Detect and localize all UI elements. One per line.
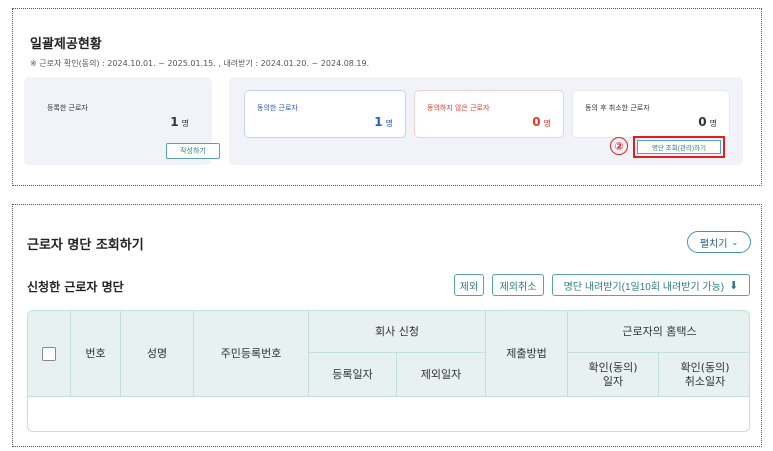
roster-title: 근로자 명단 조회하기 [27, 238, 144, 253]
summary-title: 일괄제공현황 [30, 37, 102, 52]
header-no: 번호 [71, 311, 121, 397]
period-notice: ※ 근로자 확인(동의) : 2024.10.01. ~ 2025.01.15.… [30, 59, 370, 68]
agreed-card: 동의한 근로자 1명 [244, 90, 406, 138]
table-body [28, 397, 749, 431]
roster-table: 번호 성명 주민등록번호 회사 신청 등록일자 제외일자 제출방법 근로자의 홈… [27, 310, 750, 432]
registered-card: 등록한 근로자 1명 [34, 90, 202, 138]
not-agreed-card: 동의하지 않은 근로자 0명 [414, 90, 564, 138]
registered-count: 1명 [170, 115, 189, 129]
expand-label: 펼치기 [699, 238, 728, 250]
exclude-cancel-button[interactable]: 제외취소 [492, 274, 544, 296]
cancelled-card: 동의 후 취소한 근로자 0명 [572, 90, 730, 138]
agreed-count: 1명 [374, 115, 393, 129]
write-button[interactable]: 작성하기 [166, 143, 220, 159]
agreed-label: 동의한 근로자 [257, 104, 298, 112]
select-all-checkbox[interactable] [42, 346, 56, 361]
view-roster-button[interactable]: 명단 조회(관리)하기 [637, 140, 721, 154]
not-agreed-count: 0명 [532, 115, 551, 129]
download-icon: ⬇ [729, 279, 739, 292]
download-label: 명단 내려받기(1일10회 내려받기 가능) [563, 281, 725, 293]
not-agreed-label: 동의하지 않은 근로자 [427, 104, 490, 112]
header-reg-date: 등록일자 [309, 353, 397, 397]
cancelled-count: 0명 [698, 115, 717, 129]
header-hometax-group: 근로자의 홈택스 [568, 311, 749, 353]
download-button[interactable]: 명단 내려받기(1일10회 내려받기 가능) ⬇ [552, 274, 750, 296]
header-excl-date: 제외일자 [397, 353, 486, 397]
header-name: 성명 [121, 311, 194, 397]
exclude-button[interactable]: 제외 [454, 274, 484, 296]
chevron-down-icon: ⌄ [731, 237, 739, 247]
cancelled-label: 동의 후 취소한 근로자 [585, 104, 650, 112]
header-cancel-date: 확인(동의) 취소일자 [659, 353, 749, 397]
expand-button[interactable]: 펼치기 ⌄ [687, 231, 751, 253]
header-rrn: 주민등록번호 [194, 311, 309, 397]
select-all-cell [28, 311, 71, 397]
registered-label: 등록한 근로자 [47, 104, 88, 112]
header-confirm-date: 확인(동의) 일자 [568, 353, 659, 397]
header-company-group: 회사 신청 [309, 311, 486, 353]
roster-subtitle: 신청한 근로자 명단 [27, 280, 124, 294]
header-method: 제출방법 [486, 311, 568, 397]
step-badge: ② [610, 137, 628, 155]
